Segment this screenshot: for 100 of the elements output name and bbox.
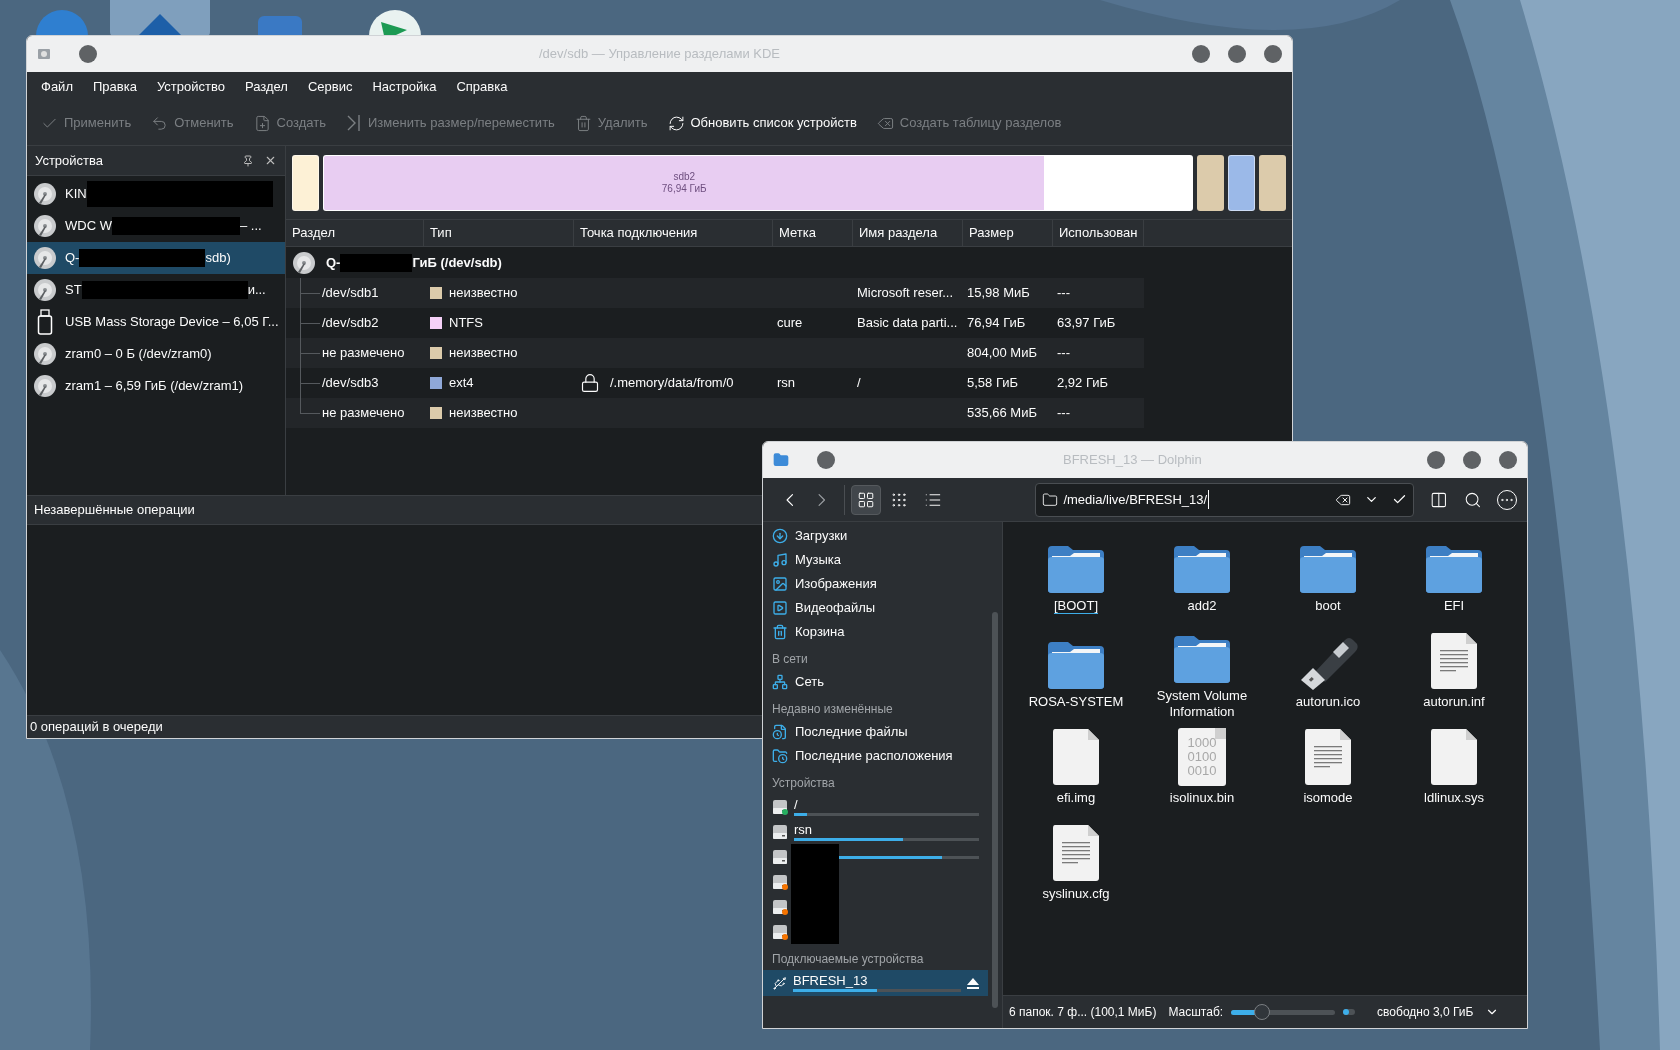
- device-item[interactable]: zram0 – 0 Б (/dev/zram0): [27, 338, 285, 370]
- file-item[interactable]: ROSA-SYSTEM: [1013, 630, 1139, 720]
- menu-item[interactable]: Устройство: [146, 76, 235, 97]
- device-item[interactable]: rsn: [763, 819, 988, 844]
- window-control-button[interactable]: [1228, 45, 1246, 63]
- window-control-button[interactable]: [1499, 451, 1517, 469]
- menu-item[interactable]: Правка: [82, 76, 147, 97]
- device-item[interactable]: KIN: [27, 178, 285, 210]
- scrollbar[interactable]: [992, 612, 998, 1008]
- table-cell-text: не размечено: [322, 404, 405, 423]
- pin-icon[interactable]: [242, 154, 254, 167]
- eject-icon[interactable]: [967, 977, 979, 989]
- place-item[interactable]: Последние файлы: [763, 720, 988, 744]
- blank-file-icon: [1430, 728, 1478, 786]
- window-control-button[interactable]: [1192, 45, 1210, 63]
- column-header[interactable]: Размер: [963, 220, 1053, 246]
- place-item[interactable]: Видеофайлы: [763, 596, 988, 620]
- column-header[interactable]: Метка: [773, 220, 853, 246]
- column-header[interactable]: Имя раздела: [853, 220, 963, 246]
- table-cell-text: cure: [777, 314, 803, 333]
- split-view-button[interactable]: [1430, 490, 1448, 509]
- column-header[interactable]: Раздел: [286, 220, 424, 246]
- menu-item[interactable]: Сервис: [297, 76, 363, 97]
- device-name-end: – ...: [239, 217, 262, 236]
- device-item[interactable]: ST и...: [27, 274, 285, 306]
- table-cell-text: /dev/sdb3: [322, 374, 379, 393]
- address-field[interactable]: /media/live/BFRESH_13/: [1035, 482, 1415, 517]
- trash-icon: [772, 624, 788, 640]
- refresh-icon: [667, 114, 685, 132]
- table-cell-text: /.memory/data/from/0: [610, 374, 734, 393]
- device-item[interactable]: /: [763, 794, 988, 819]
- file-name: System Volume Information: [1155, 688, 1249, 720]
- table-row[interactable]: не размечено неизвестно 804,00 МиБ ---: [286, 338, 1144, 368]
- place-item[interactable]: Загрузки: [763, 524, 988, 548]
- column-header[interactable]: Использован: [1053, 220, 1144, 246]
- table-cell-text: 804,00 МиБ: [967, 344, 1037, 363]
- section-heading: Недавно изменённые: [772, 701, 893, 718]
- place-item[interactable]: Корзина: [763, 620, 988, 644]
- file-item[interactable]: autorun.ico: [1265, 630, 1391, 720]
- partition-segment[interactable]: sdb2 76,94 ГиБ: [323, 154, 1193, 211]
- menu-item[interactable]: Справка: [446, 76, 518, 97]
- desktop-icon[interactable]: [110, 0, 210, 36]
- blank-file-icon: [1052, 728, 1100, 786]
- view-mode-button[interactable]: [851, 484, 881, 515]
- window-control-button[interactable]: [1264, 45, 1282, 63]
- place-item[interactable]: Последние расположения: [763, 744, 988, 768]
- file-name: ROSA-SYSTEM: [1027, 694, 1125, 710]
- table-cell-text: неизвестно: [449, 344, 518, 363]
- file-name: add2: [1186, 598, 1218, 614]
- table-cell-text: ext4: [449, 374, 474, 393]
- table-cell-text: ---: [1057, 404, 1070, 423]
- device-item[interactable]: Q- sdb): [27, 242, 285, 274]
- file-item[interactable]: 1000 0100 0010 isolinux.bin: [1139, 726, 1265, 816]
- zoom-slider[interactable]: [1231, 1004, 1336, 1020]
- close-icon[interactable]: [264, 154, 277, 167]
- table-cell-text: Microsoft reser...: [857, 284, 954, 303]
- place-item[interactable]: Музыка: [763, 548, 988, 572]
- file-item[interactable]: [BOOT]: [1013, 534, 1139, 624]
- toolbar-button[interactable]: Обновить список устройств: [667, 113, 857, 133]
- file-item[interactable]: boot: [1265, 534, 1391, 624]
- table-cell-text: 2,92 ГиБ: [1057, 374, 1109, 393]
- file-item[interactable]: EFI: [1391, 534, 1517, 624]
- file-item[interactable]: autorun.inf: [1391, 630, 1517, 720]
- section-heading: Устройства: [772, 775, 835, 792]
- partition-segment[interactable]: [292, 154, 319, 211]
- file-item[interactable]: System Volume Information: [1139, 630, 1265, 720]
- device-item[interactable]: USB Mass Storage Device – 6,05 Г...: [27, 306, 285, 338]
- device-name: ST: [65, 281, 82, 300]
- table-cell-text: 5,58 ГиБ: [967, 374, 1019, 393]
- device-item[interactable]: WDC W – ...: [27, 210, 285, 242]
- menu-item[interactable]: Настройка: [362, 76, 447, 97]
- column-header[interactable]: Точка подключения: [574, 220, 773, 246]
- file-item[interactable]: ldlinux.sys: [1391, 726, 1517, 816]
- window-control-button[interactable]: [1427, 451, 1445, 469]
- pin-button[interactable]: [79, 45, 97, 63]
- menu-item[interactable]: Раздел: [234, 76, 298, 97]
- place-item[interactable]: Сеть: [763, 670, 988, 694]
- slider-handle[interactable]: [1254, 1004, 1271, 1020]
- binary-digits: 0010: [1187, 764, 1217, 778]
- segment-label: sdb2: [673, 170, 696, 183]
- file-item[interactable]: efi.img: [1013, 726, 1139, 816]
- file-name: efi.img: [1055, 790, 1097, 806]
- search-button[interactable]: [1463, 490, 1482, 509]
- free-space: свободно 3,0 ГиБ: [1377, 1004, 1474, 1021]
- pictures-icon: [772, 576, 788, 592]
- table-cell-text: неизвестно: [449, 404, 518, 423]
- column-header[interactable]: Тип: [424, 220, 574, 246]
- table-row[interactable]: /dev/sdb1 неизвестно Microsoft reser... 15,98 МиБ ---: [286, 278, 1144, 308]
- device-item[interactable]: zram1 – 6,59 ГиБ (/dev/zram1): [27, 370, 285, 402]
- window-control-button[interactable]: [1463, 451, 1481, 469]
- text-file-icon: [1052, 824, 1100, 882]
- menu-item[interactable]: Файл: [31, 76, 83, 97]
- place-item[interactable]: Изображения: [763, 572, 988, 596]
- pin-button[interactable]: [817, 451, 835, 469]
- file-item[interactable]: isomode: [1265, 726, 1391, 816]
- file-item[interactable]: syslinux.cfg: [1013, 822, 1139, 912]
- device-name: /: [794, 797, 799, 812]
- table-row[interactable]: не размечено неизвестно 535,66 МиБ ---: [286, 398, 1144, 428]
- file-item[interactable]: add2: [1139, 534, 1265, 624]
- device-item[interactable]: BFRESH_13: [763, 970, 988, 996]
